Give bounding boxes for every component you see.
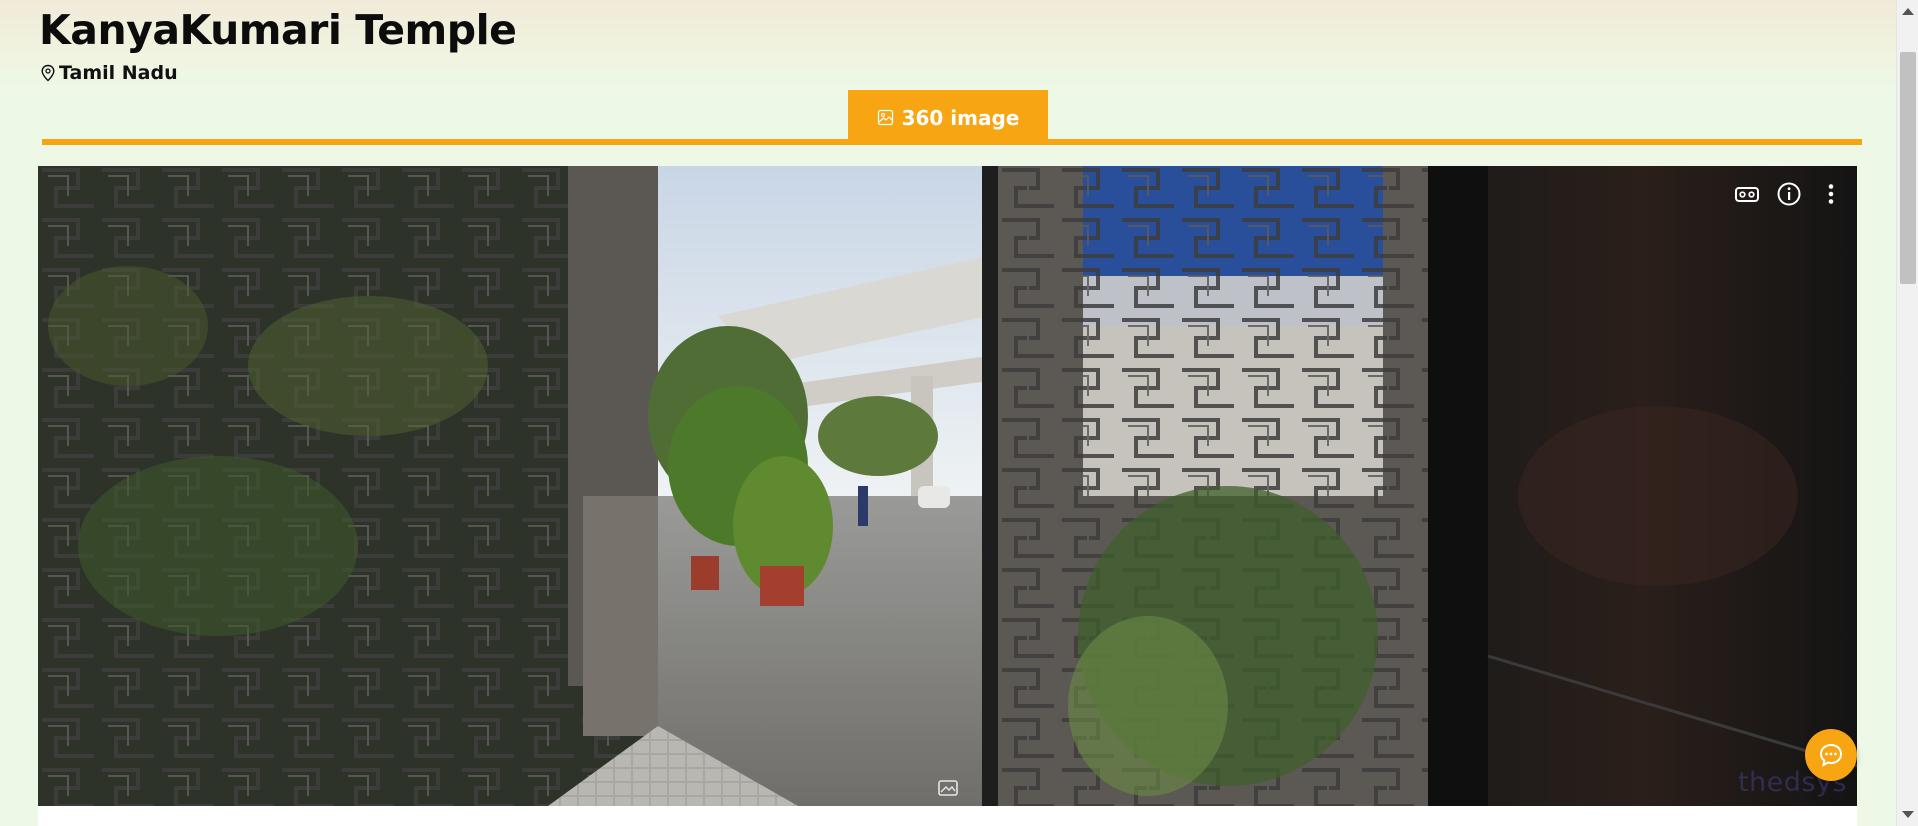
location-label: Tamil Nadu xyxy=(59,62,178,84)
info-icon xyxy=(1777,182,1801,206)
content-below-viewer xyxy=(38,806,1857,826)
info-button[interactable] xyxy=(1775,180,1803,208)
page-scrollbar[interactable] xyxy=(1896,0,1918,826)
page-title: KanyaKumari Temple xyxy=(39,6,517,54)
image-icon xyxy=(877,109,893,126)
viewer-controls xyxy=(1733,180,1845,208)
scroll-down-arrow[interactable] xyxy=(1902,811,1914,818)
chat-bubble-icon xyxy=(1819,743,1843,767)
scroll-thumb[interactable] xyxy=(1900,52,1916,284)
panorama-viewer[interactable]: thedsys xyxy=(38,166,1857,806)
location: Tamil Nadu xyxy=(40,62,178,84)
panorama-icon[interactable] xyxy=(937,778,959,798)
more-options-button[interactable] xyxy=(1817,180,1845,208)
tab-label: 360 image xyxy=(901,105,1020,130)
tab-360-image[interactable]: 360 image xyxy=(848,90,1048,145)
vr-mode-button[interactable] xyxy=(1733,180,1761,208)
panorama-image xyxy=(38,166,1857,806)
more-vertical-icon xyxy=(1828,184,1834,204)
scroll-up-arrow[interactable] xyxy=(1902,8,1914,15)
map-pin-icon xyxy=(41,64,55,82)
chat-button[interactable] xyxy=(1805,729,1857,781)
vr-headset-icon xyxy=(1735,187,1759,202)
